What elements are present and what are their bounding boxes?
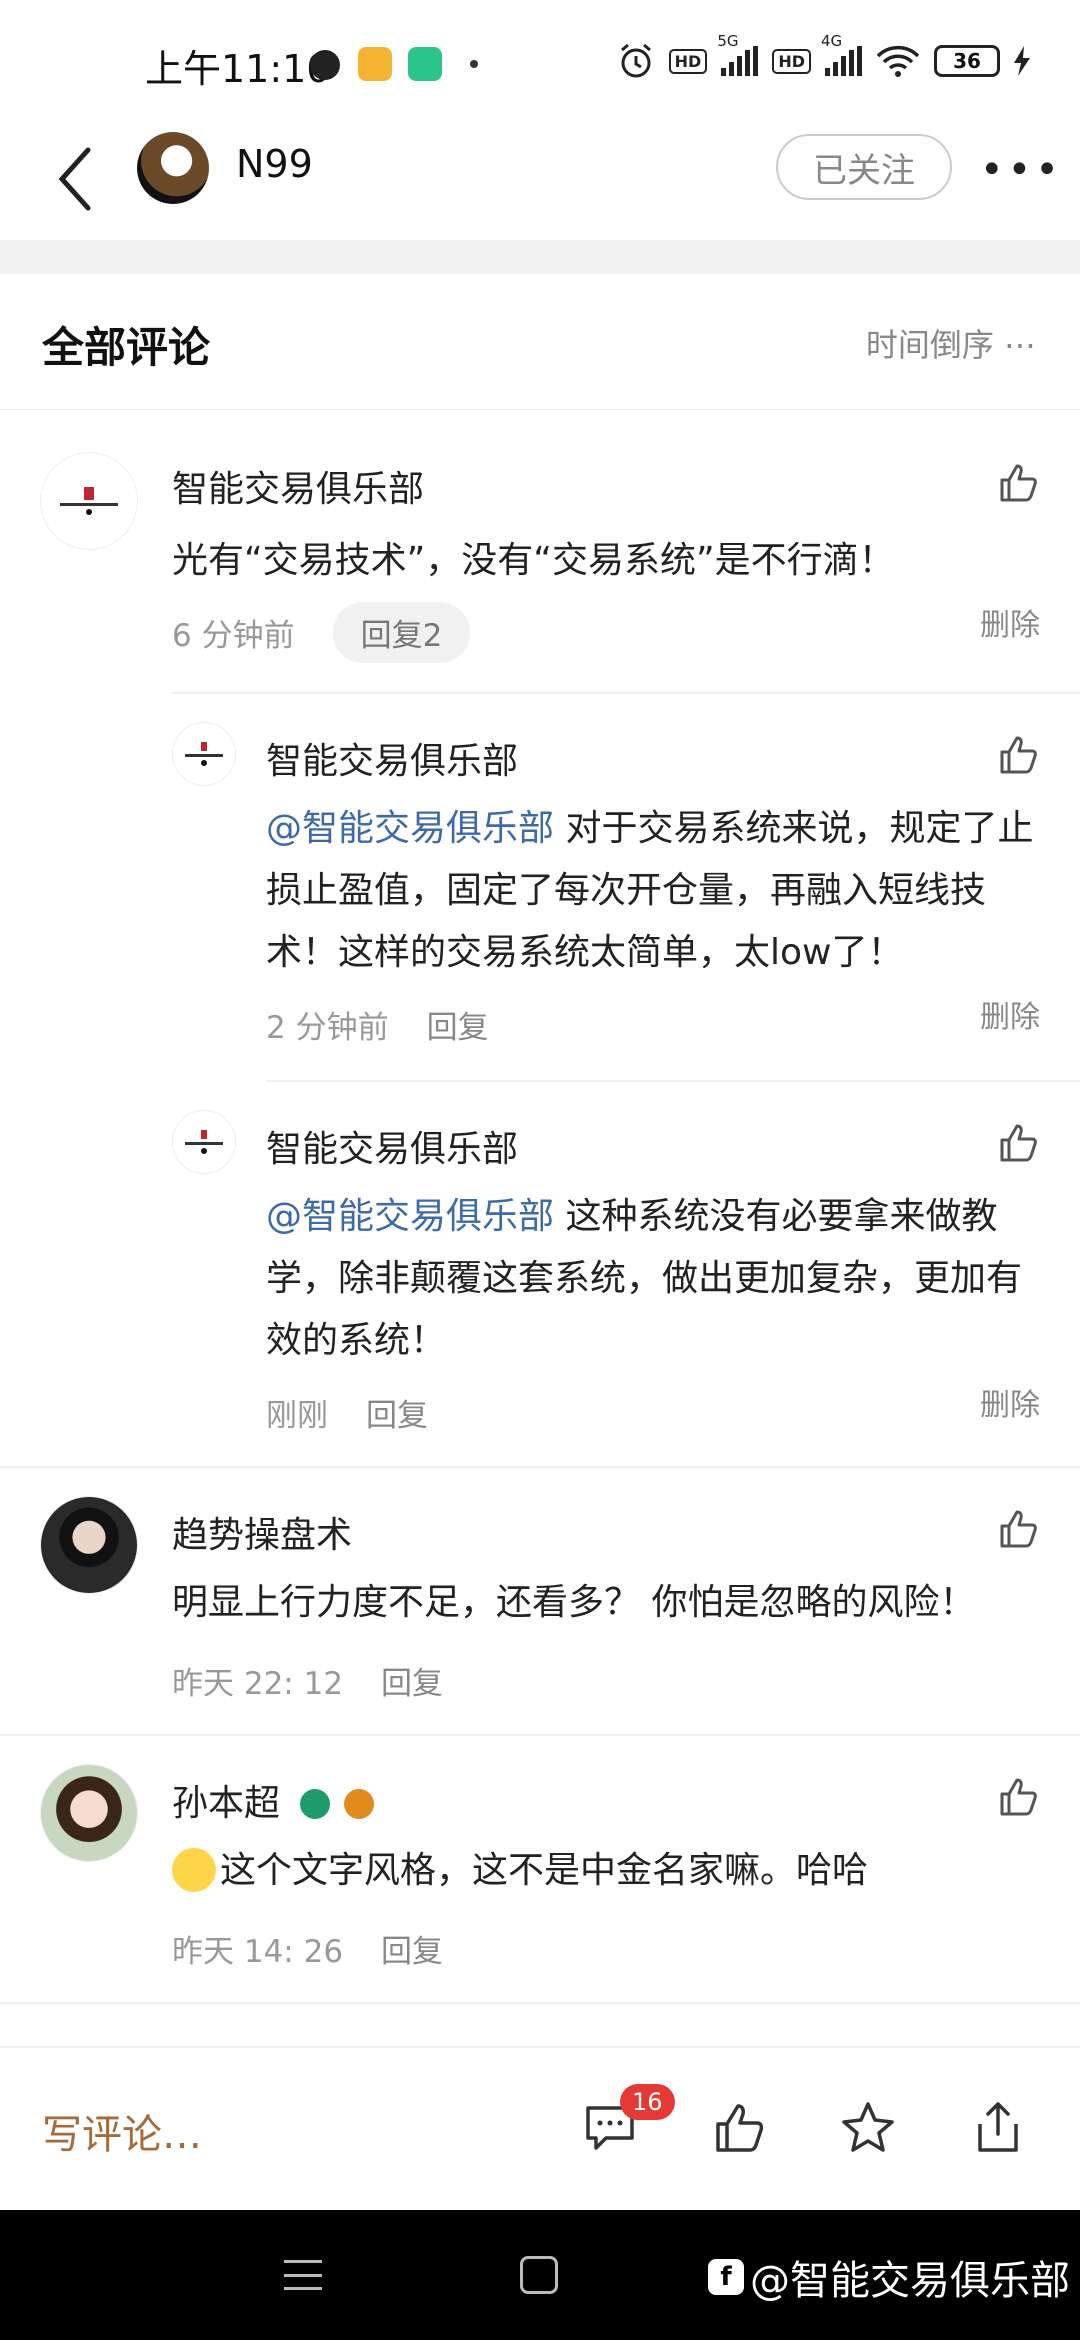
home-icon[interactable] xyxy=(520,2256,558,2294)
reply-text: @智能交易俱乐部 这种系统没有必要拿来做教学，除非颠覆这套系统，做出更加复杂，更… xyxy=(266,1196,1023,1361)
comment-item: 趋势操盘术 明显上行力度不足，还看多？ 你怕是忽略的风险！ 昨天 22: 12 … xyxy=(0,1466,1080,1734)
recent-apps-icon[interactable] xyxy=(284,2260,322,2290)
top-nav: N99 已关注 ••• xyxy=(0,120,1080,240)
commenter-avatar[interactable] xyxy=(40,1496,138,1594)
reply-meta: 2 分钟前 回复 xyxy=(266,1002,489,1047)
divider xyxy=(172,692,1080,694)
smile-emoji-icon xyxy=(172,1848,216,1892)
reply-name[interactable]: 智能交易俱乐部 xyxy=(266,732,518,784)
comment-time: 昨天 22: 12 xyxy=(172,1666,344,1702)
share-icon[interactable] xyxy=(968,2098,1028,2158)
divider xyxy=(0,2002,1080,2004)
like-icon[interactable] xyxy=(996,1774,1040,1818)
comment-item: 智能交易俱乐部 光有“交易技术”，没有“交易系统”是不行滴！ 6 分钟前 回复2… xyxy=(0,410,1080,1466)
reply-button[interactable]: 回复 xyxy=(366,1390,428,1435)
comment-meta: 昨天 22: 12 回复 xyxy=(172,1658,443,1703)
like-icon[interactable] xyxy=(996,460,1040,504)
comment-meta: 6 分钟前 回复2 xyxy=(172,602,471,663)
alarm-icon xyxy=(620,43,651,78)
system-nav-bar: f @智能交易俱乐部 xyxy=(0,2210,1080,2340)
commenter-name[interactable]: 趋势操盘术 xyxy=(172,1506,352,1558)
reply-meta: 刚刚 回复 xyxy=(266,1390,428,1435)
divider xyxy=(266,1080,1080,1082)
commenter-name[interactable]: 孙本超 xyxy=(172,1774,375,1826)
comment-text: 明显上行力度不足，还看多？ 你怕是忽略的风险！ xyxy=(172,1582,976,1623)
comment-text: 这个文字风格，这不是中金名家嘛。哈哈 xyxy=(172,1840,868,1902)
author-name[interactable]: N99 xyxy=(236,142,313,186)
battery-icon: 36 xyxy=(934,45,1000,77)
like-icon[interactable] xyxy=(996,1506,1040,1550)
comment-time: 6 分钟前 xyxy=(172,618,295,654)
charging-icon xyxy=(1014,46,1030,76)
like-icon[interactable] xyxy=(710,2098,770,2158)
reply-avatar[interactable] xyxy=(172,1110,236,1174)
status-bar: 上午11:10 HD 5G HD 4G 36 xyxy=(0,0,1080,120)
like-icon[interactable] xyxy=(996,732,1040,776)
reply-button[interactable]: 回复 xyxy=(381,1658,443,1703)
wifi-icon xyxy=(876,45,920,77)
notes-app-icon xyxy=(358,47,392,81)
commenter-name[interactable]: 智能交易俱乐部 xyxy=(172,460,424,512)
reply-name[interactable]: 智能交易俱乐部 xyxy=(266,1120,518,1172)
watermark: f @智能交易俱乐部 xyxy=(708,2248,1070,2306)
mention-link[interactable]: @智能交易俱乐部 xyxy=(266,1196,554,1237)
star-icon[interactable] xyxy=(838,2098,898,2158)
signal-4g-icon: 4G xyxy=(821,32,862,76)
reply-avatar[interactable] xyxy=(172,722,236,786)
comment-text: 光有“交易技术”，没有“交易系统”是不行滴！ xyxy=(172,540,895,581)
signal-5g-icon: 5G xyxy=(717,32,759,76)
separator-band xyxy=(0,240,1080,274)
more-icon[interactable]: ••• xyxy=(980,150,1063,190)
reply-count-button[interactable]: 回复2 xyxy=(332,602,471,663)
clock-app-icon xyxy=(310,50,340,80)
watermark-text: @智能交易俱乐部 xyxy=(750,2258,1070,2304)
delete-button[interactable]: 删除 xyxy=(980,600,1040,644)
sort-toggle[interactable]: 时间倒序 ⋯ xyxy=(866,320,1036,366)
delete-button[interactable]: 删除 xyxy=(980,1380,1040,1424)
reply-time: 刚刚 xyxy=(266,1398,328,1434)
mention-link[interactable]: @智能交易俱乐部 xyxy=(266,808,554,849)
level-badge-icon xyxy=(344,1789,375,1819)
delete-button[interactable]: 删除 xyxy=(980,992,1040,1036)
shield-app-icon xyxy=(408,47,442,81)
follow-button[interactable]: 已关注 xyxy=(776,134,952,200)
verified-badge-icon xyxy=(300,1789,331,1819)
comment-time: 昨天 14: 26 xyxy=(172,1934,344,1970)
reply-button[interactable]: 回复 xyxy=(427,1002,489,1047)
commenter-avatar[interactable] xyxy=(40,452,138,550)
back-arrow-icon[interactable] xyxy=(52,144,100,214)
like-icon[interactable] xyxy=(996,1120,1040,1164)
comments-header: 全部评论 时间倒序 ⋯ xyxy=(0,274,1080,410)
reply-button[interactable]: 回复 xyxy=(381,1926,443,1971)
bottom-action-bar: 写评论… 16 xyxy=(0,2046,1080,2210)
comment-meta: 昨天 14: 26 回复 xyxy=(172,1926,443,1971)
notification-dot-icon xyxy=(470,60,478,68)
watermark-logo-icon: f xyxy=(708,2259,744,2295)
status-time: 上午11:10 xyxy=(145,47,331,91)
hd-badge-2: HD xyxy=(772,48,811,74)
comment-count-badge: 16 xyxy=(620,2084,675,2120)
author-avatar[interactable] xyxy=(137,132,209,204)
comment-item: 孙本超 这个文字风格，这不是中金名家嘛。哈哈 昨天 14: 26 回复 xyxy=(0,1734,1080,2002)
section-title: 全部评论 xyxy=(42,323,211,372)
reply-time: 2 分钟前 xyxy=(266,1010,389,1046)
commenter-avatar[interactable] xyxy=(40,1764,138,1862)
status-icons: HD 5G HD 4G 36 xyxy=(617,32,1030,82)
write-comment-input[interactable]: 写评论… xyxy=(42,2102,202,2160)
hd-badge: HD xyxy=(668,48,708,74)
reply-text: @智能交易俱乐部 对于交易系统来说，规定了止损止盈值，固定了每次开仓量，再融入短… xyxy=(266,808,1034,973)
